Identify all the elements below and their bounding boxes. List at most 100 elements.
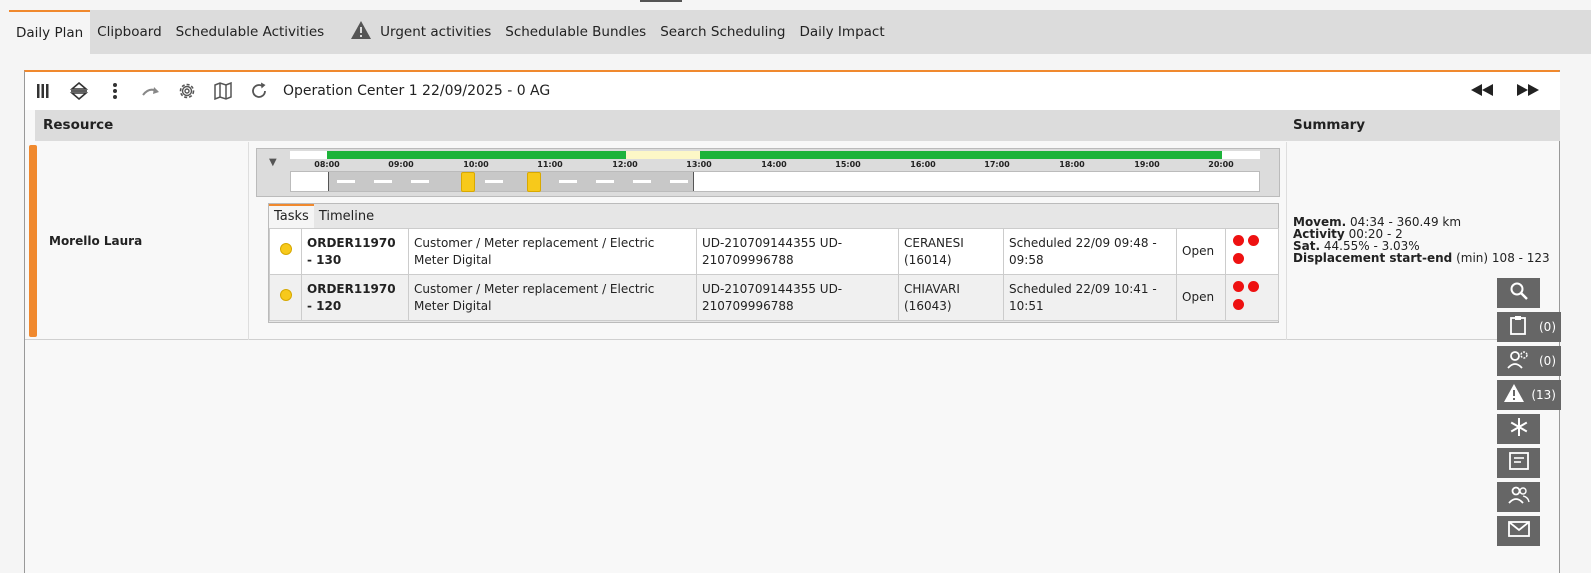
daily-plan-panel: Operation Center 1 22/09/2025 - 0 AG Res… bbox=[24, 70, 1560, 573]
sidebar-count: (13) bbox=[1531, 380, 1561, 410]
warning-icon bbox=[1503, 383, 1525, 407]
tab-urgent-activities[interactable]: Urgent activities bbox=[343, 10, 498, 54]
tab-label: Schedulable Bundles bbox=[505, 24, 647, 40]
sidebar-search[interactable] bbox=[1497, 278, 1561, 308]
timeline-tick-label: 17:00 bbox=[984, 160, 1010, 169]
tab-label: Schedulable Activities bbox=[175, 24, 325, 40]
column-divider bbox=[1286, 142, 1287, 340]
people-gear-icon bbox=[1507, 349, 1529, 373]
sidebar-freeze[interactable] bbox=[1497, 414, 1561, 444]
redo-icon[interactable] bbox=[133, 72, 169, 110]
table-row[interactable]: ORDER11970 - 130 Customer / Meter replac… bbox=[269, 228, 1279, 275]
rewind-icon[interactable] bbox=[1470, 82, 1494, 101]
resource-color-bar bbox=[29, 145, 37, 337]
sidebar-mail[interactable] bbox=[1497, 516, 1561, 546]
tab-schedulable-bundles[interactable]: Schedulable Bundles bbox=[498, 10, 653, 54]
order-cell[interactable]: ORDER11970 - 120 bbox=[301, 274, 409, 321]
nav-buttons bbox=[1470, 72, 1540, 110]
timeline-tick-label: 09:00 bbox=[388, 160, 414, 169]
form-icon bbox=[1508, 452, 1529, 474]
status-text-cell: Open bbox=[1176, 228, 1226, 275]
resource-summary: Movem. 04:34 - 360.49 km Activity 00:20 … bbox=[1293, 216, 1550, 264]
summary-value: 108 - 123 bbox=[1491, 251, 1550, 265]
sidebar-people[interactable]: (0) bbox=[1497, 346, 1561, 376]
tab-schedulable-activities[interactable]: Schedulable Activities bbox=[169, 10, 332, 54]
map-icon[interactable] bbox=[205, 72, 241, 110]
columns-icon[interactable] bbox=[25, 72, 61, 110]
route-dash bbox=[485, 180, 503, 183]
expand-collapse-icon[interactable] bbox=[61, 72, 97, 110]
search-icon bbox=[1509, 281, 1529, 305]
schedule-cell: Scheduled 22/09 09:48 - 09:58 bbox=[1003, 228, 1177, 275]
snowflake-icon bbox=[1509, 417, 1529, 441]
chevron-down-icon[interactable]: ▼ bbox=[269, 157, 277, 168]
tab-clipboard[interactable]: Clipboard bbox=[90, 10, 168, 54]
tab-search-scheduling[interactable]: Search Scheduling bbox=[653, 10, 792, 54]
timeline-tick-label: 08:00 bbox=[314, 160, 340, 169]
sidebar-warnings[interactable]: (13) bbox=[1497, 380, 1561, 410]
timeline-tick-label: 18:00 bbox=[1059, 160, 1085, 169]
gear-icon[interactable] bbox=[169, 72, 205, 110]
table-row[interactable]: ORDER11970 - 120 Customer / Meter replac… bbox=[269, 274, 1279, 321]
break-segment bbox=[626, 151, 700, 159]
alert-icon bbox=[1248, 234, 1259, 246]
pending-status-icon bbox=[279, 243, 292, 255]
summary-header: Summary bbox=[1293, 117, 1366, 133]
availability-segment bbox=[700, 151, 1222, 159]
right-sidebar: (0) (0) (13) bbox=[1497, 278, 1561, 550]
tab-label: Clipboard bbox=[97, 24, 162, 40]
timeline-tick-label: 12:00 bbox=[612, 160, 638, 169]
sidebar-clipboard[interactable]: (0) bbox=[1497, 312, 1561, 342]
summary-label: Displacement start-end bbox=[1293, 251, 1453, 265]
location-cell: CERANESI (16014) bbox=[898, 228, 1004, 275]
location-cell: CHIAVARI (16043) bbox=[898, 274, 1004, 321]
sidebar-form[interactable] bbox=[1497, 448, 1561, 478]
activity-marker[interactable] bbox=[461, 172, 475, 192]
resource-row[interactable]: Morello Laura ▼ 08:00 09:00 10:00 11:00 12:0… bbox=[25, 142, 1560, 340]
tab-daily-plan[interactable]: Daily Plan bbox=[9, 10, 91, 54]
timeline-tick-label: 16:00 bbox=[910, 160, 936, 169]
status-text-cell: Open bbox=[1176, 274, 1226, 321]
timeline-tick-label: 20:00 bbox=[1208, 160, 1234, 169]
sidebar-team[interactable] bbox=[1497, 482, 1561, 512]
route-dash bbox=[374, 180, 392, 183]
sidebar-count: (0) bbox=[1539, 312, 1561, 342]
mail-icon bbox=[1507, 521, 1530, 541]
subtab-timeline[interactable]: Timeline bbox=[314, 204, 379, 228]
work-shift-block bbox=[328, 172, 694, 191]
subtab-tasks[interactable]: Tasks bbox=[269, 204, 314, 228]
column-header-row: Resource Summary bbox=[35, 110, 1560, 141]
status-cell bbox=[269, 228, 302, 275]
timeline-tick-label: 10:00 bbox=[463, 160, 489, 169]
tab-label: Urgent activities bbox=[380, 24, 492, 40]
alert-icon bbox=[1233, 252, 1244, 264]
fast-forward-icon[interactable] bbox=[1516, 82, 1540, 101]
status-cell bbox=[269, 274, 302, 321]
description-cell: Customer / Meter replacement / Electric … bbox=[408, 274, 697, 321]
alert-icon bbox=[1233, 298, 1244, 310]
activity-marker[interactable] bbox=[527, 172, 541, 192]
timeline-tick-label: 15:00 bbox=[835, 160, 861, 169]
gantt-timeline: ▼ 08:00 09:00 10:00 11:00 12:00 13:00 14:00 15:… bbox=[256, 148, 1280, 197]
tab-label: Search Scheduling bbox=[660, 24, 786, 40]
resource-header: Resource bbox=[43, 117, 114, 133]
schedule-cell: Scheduled 22/09 10:41 - 10:51 bbox=[1003, 274, 1177, 321]
warning-icon bbox=[350, 20, 372, 44]
more-vertical-icon[interactable] bbox=[97, 72, 133, 110]
tab-daily-impact[interactable]: Daily Impact bbox=[792, 10, 891, 54]
route-dash bbox=[670, 180, 688, 183]
route-dash bbox=[559, 180, 577, 183]
top-marker bbox=[640, 0, 682, 2]
toolbar: Operation Center 1 22/09/2025 - 0 AG bbox=[25, 72, 1560, 110]
clipboard-icon bbox=[1509, 315, 1527, 339]
team-icon bbox=[1507, 486, 1530, 508]
sidebar-count: (0) bbox=[1539, 346, 1561, 376]
order-cell[interactable]: ORDER11970 - 130 bbox=[301, 228, 409, 275]
column-divider bbox=[248, 142, 249, 340]
tab-label: Daily Plan bbox=[16, 25, 84, 41]
tab-label: Daily Impact bbox=[799, 24, 885, 40]
refresh-icon[interactable] bbox=[241, 72, 277, 110]
activity-track bbox=[290, 171, 1260, 192]
alert-icon bbox=[1248, 280, 1259, 292]
pending-status-icon bbox=[279, 289, 292, 301]
